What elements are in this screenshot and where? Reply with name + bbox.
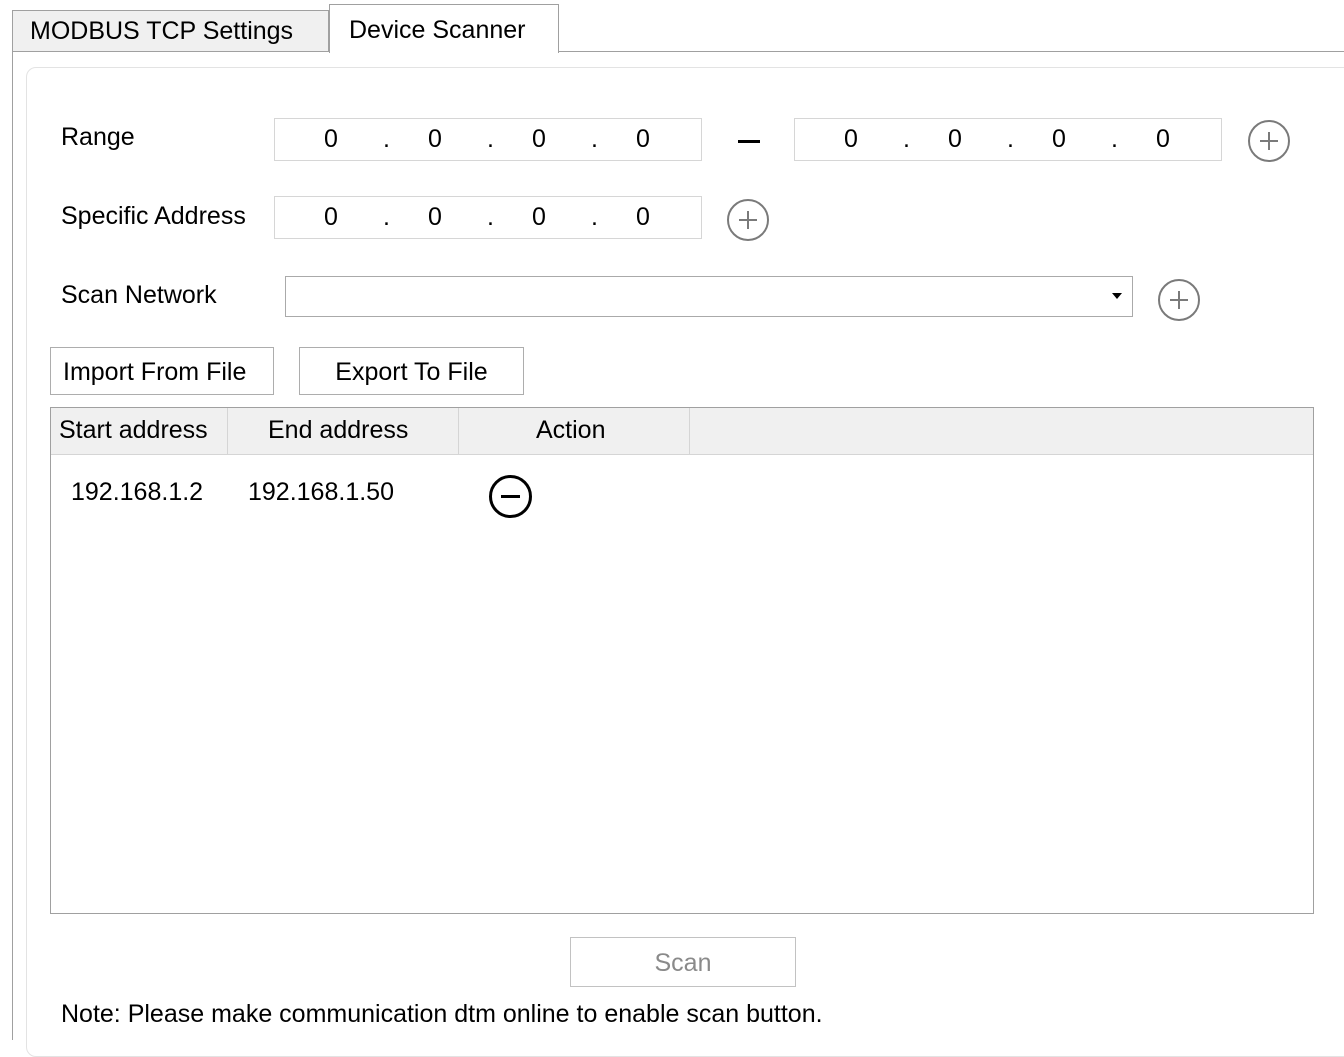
tab-strip: MODBUS TCP Settings Device Scanner xyxy=(0,0,1344,53)
grid-header: Start address End address Action xyxy=(51,408,1313,455)
ip-dot: . xyxy=(1111,125,1118,153)
minus-circle-icon xyxy=(501,495,520,498)
row-start-address[interactable]: 192.168.1.2 xyxy=(71,480,203,505)
ip-dot: . xyxy=(383,203,390,231)
ip-octet[interactable]: 0 xyxy=(524,205,554,230)
tab-device-scanner[interactable]: Device Scanner xyxy=(329,4,559,53)
range-label: Range xyxy=(61,123,135,151)
specific-address-ip-input[interactable]: 0 . 0 . 0 . 0 xyxy=(274,196,702,239)
scan-button[interactable]: Scan xyxy=(570,937,796,987)
ip-octet[interactable]: 0 xyxy=(524,127,554,152)
add-scan-network-button[interactable] xyxy=(1158,279,1200,321)
import-from-file-button[interactable]: Import From File xyxy=(50,347,274,395)
add-specific-address-button[interactable] xyxy=(727,199,769,241)
ip-octet[interactable]: 0 xyxy=(316,205,346,230)
remove-row-button[interactable] xyxy=(489,475,532,518)
ip-dot: . xyxy=(591,203,598,231)
ip-octet[interactable]: 0 xyxy=(420,127,450,152)
ip-octet[interactable]: 0 xyxy=(628,205,658,230)
range-end-ip-input[interactable]: 0 . 0 . 0 . 0 xyxy=(794,118,1222,161)
export-to-file-button[interactable]: Export To File xyxy=(299,347,524,395)
tab-modbus-tcp-settings[interactable]: MODBUS TCP Settings xyxy=(12,10,329,52)
scan-network-label: Scan Network xyxy=(61,281,217,309)
ip-octet[interactable]: 0 xyxy=(1044,127,1074,152)
ip-dot: . xyxy=(487,203,494,231)
ip-octet[interactable]: 0 xyxy=(316,127,346,152)
ip-octet[interactable]: 0 xyxy=(420,205,450,230)
tab-page-border xyxy=(12,51,1344,52)
ip-dot: . xyxy=(383,125,390,153)
row-end-address[interactable]: 192.168.1.50 xyxy=(248,480,394,505)
ip-dot: . xyxy=(903,125,910,153)
ip-dot: . xyxy=(487,125,494,153)
range-start-ip-input[interactable]: 0 . 0 . 0 . 0 xyxy=(274,118,702,161)
ip-octet[interactable]: 0 xyxy=(628,127,658,152)
address-grid[interactable]: Start address End address Action xyxy=(50,407,1314,914)
tab-label: MODBUS TCP Settings xyxy=(30,17,294,45)
column-header-end-address[interactable]: End address xyxy=(228,408,459,454)
specific-address-label: Specific Address xyxy=(61,202,246,230)
scan-network-dropdown[interactable] xyxy=(285,276,1133,317)
ip-octet[interactable]: 0 xyxy=(1148,127,1178,152)
add-range-button[interactable] xyxy=(1248,120,1290,162)
tab-label: Device Scanner xyxy=(349,16,526,44)
range-dash-separator xyxy=(738,140,760,143)
ip-dot: . xyxy=(591,125,598,153)
ip-octet[interactable]: 0 xyxy=(836,127,866,152)
ip-octet[interactable]: 0 xyxy=(940,127,970,152)
column-header-start-address[interactable]: Start address xyxy=(51,408,228,454)
column-header-action[interactable]: Action xyxy=(459,408,690,454)
chevron-down-icon[interactable] xyxy=(1112,293,1122,299)
tab-page-border-left xyxy=(12,51,13,1040)
note-text: Note: Please make communication dtm onli… xyxy=(61,1000,823,1028)
ip-dot: . xyxy=(1007,125,1014,153)
